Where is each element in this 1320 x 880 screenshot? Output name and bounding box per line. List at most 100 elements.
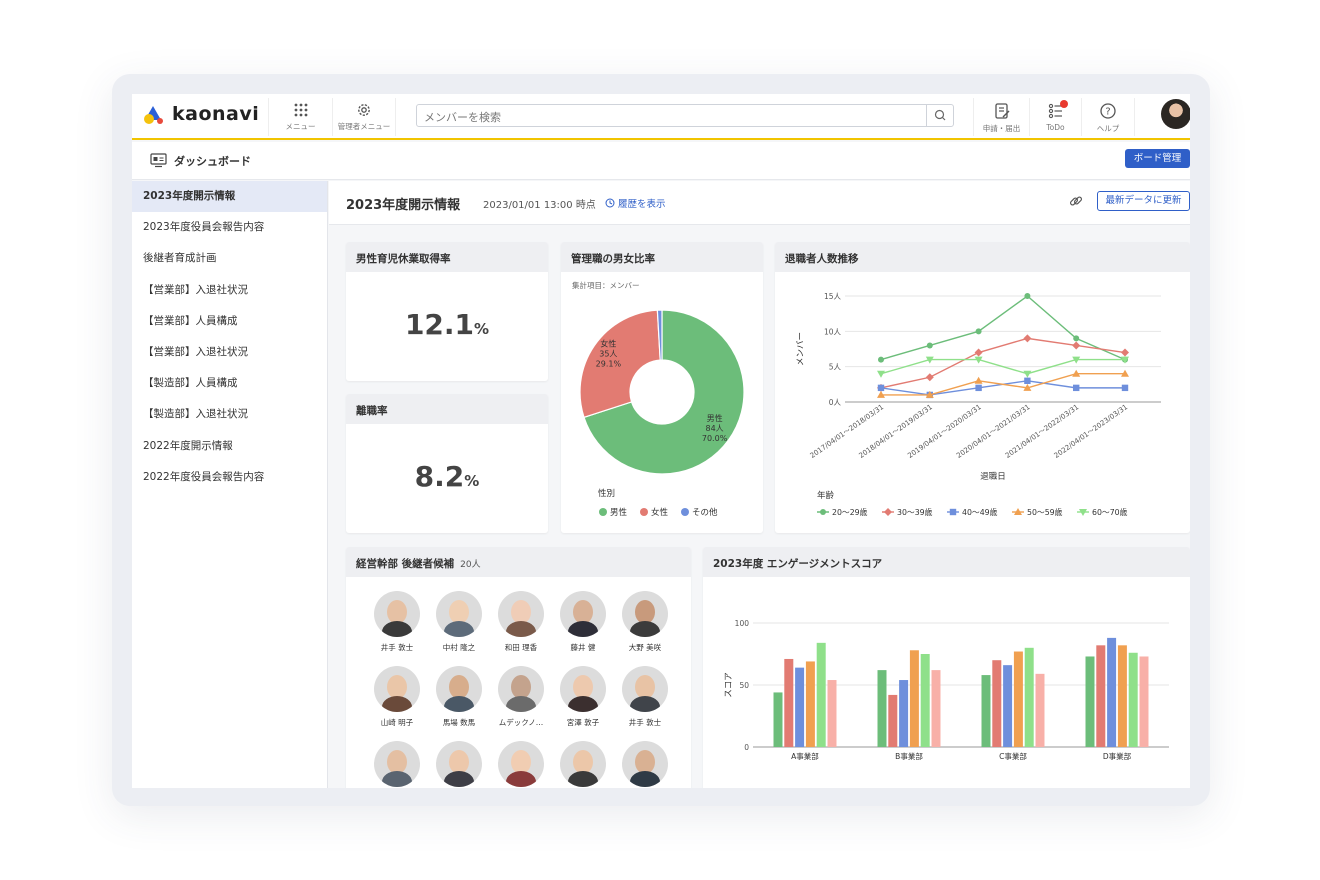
retiree-line-chart: 0人5人10人15人メンバー2017/04/01〜2018/03/312018/… bbox=[796, 292, 1161, 517]
engagement-score-card: 2023年度 エンゲージメントスコア 0 50 100 スコア A事業部 B事業部 C事業部… bbox=[703, 547, 1190, 788]
sidebar-item[interactable]: 【製造部】入退社状況 bbox=[132, 399, 327, 430]
candidate-photo bbox=[374, 666, 420, 712]
y-tick-label: 0 bbox=[744, 743, 749, 752]
sidebar-item[interactable]: 2022年度役員会報告内容 bbox=[132, 462, 327, 493]
candidate-photo bbox=[498, 666, 544, 712]
candidate-item[interactable] bbox=[614, 741, 676, 788]
candidate-item[interactable]: ムデックノ… bbox=[490, 666, 552, 728]
candidate-photo bbox=[622, 666, 668, 712]
series-line-2 bbox=[880, 380, 1125, 396]
paternity-leave-card: 男性育児休業取得率 12.1% bbox=[346, 242, 548, 381]
gear-icon bbox=[358, 104, 370, 116]
logo[interactable]: kaonavi bbox=[142, 102, 259, 126]
bar bbox=[877, 670, 887, 747]
candidate-item[interactable]: 井手 敦士 bbox=[614, 666, 676, 728]
legend-label-0: 男性 bbox=[610, 507, 628, 518]
data-point bbox=[878, 356, 884, 363]
x-axis-label: 退職日 bbox=[980, 471, 1006, 482]
sidebar-item[interactable]: 【営業部】入退社状況 bbox=[132, 337, 327, 368]
candidate-item[interactable] bbox=[428, 741, 490, 788]
candidate-item[interactable]: 中村 隆之 bbox=[428, 591, 490, 653]
candidate-item[interactable]: 井手 敦士 bbox=[366, 591, 428, 653]
legend-label-2: 40〜49歳 bbox=[962, 507, 998, 517]
data-point bbox=[975, 328, 982, 335]
top-bar: kaonavi メニュー 管理者メニュー メンバーを検索 申請・届出 ToDo … bbox=[132, 94, 1190, 140]
data-point bbox=[926, 342, 933, 349]
link-icon[interactable] bbox=[1068, 193, 1084, 209]
candidate-item[interactable]: 馬場 数馬 bbox=[428, 666, 490, 728]
help-label: ヘルプ bbox=[1096, 124, 1120, 133]
candidate-item[interactable]: 大野 美咲 bbox=[614, 591, 676, 653]
candidate-name: 藤井 健 bbox=[570, 643, 596, 652]
apply-button[interactable]: 申請・届出 bbox=[973, 98, 1029, 136]
candidate-name: 和田 理香 bbox=[504, 643, 538, 652]
todo-label: ToDo bbox=[1046, 123, 1065, 132]
candidate-item[interactable] bbox=[490, 741, 552, 788]
legend-swatch-1 bbox=[640, 508, 648, 516]
series-line-0 bbox=[880, 295, 1126, 361]
y-tick-label: 100 bbox=[735, 619, 750, 628]
sidebar-item[interactable]: 後継者育成計画 bbox=[132, 243, 327, 274]
sidebar-item[interactable]: 2023年度開示情報 bbox=[132, 181, 327, 213]
todo-button[interactable]: ToDo bbox=[1029, 98, 1081, 136]
candidate-photo bbox=[436, 591, 482, 637]
bar bbox=[1013, 651, 1023, 747]
candidate-photo bbox=[498, 741, 544, 787]
help-icon: ? bbox=[1100, 103, 1116, 119]
data-point bbox=[1121, 348, 1129, 357]
sidebar-item[interactable]: 【営業部】人員構成 bbox=[132, 306, 327, 337]
data-point bbox=[877, 370, 885, 378]
refresh-data-button[interactable]: 最新データに更新 bbox=[1097, 191, 1190, 211]
kpi-number: 8.2 bbox=[414, 460, 465, 493]
legend-label-3: 50〜59歳 bbox=[1027, 507, 1063, 517]
candidate-photo bbox=[622, 591, 668, 637]
engagement-bar-chart: 0 50 100 スコア A事業部 B事業部 C事業部 D事業部 bbox=[724, 619, 1169, 761]
legend-label-1: 女性 bbox=[651, 507, 669, 518]
kpi-value: 12.1% bbox=[346, 308, 548, 341]
user-avatar[interactable] bbox=[1161, 99, 1190, 129]
board-manage-button[interactable]: ボード管理 bbox=[1125, 149, 1190, 168]
candidate-item[interactable]: 藤井 健 bbox=[552, 591, 614, 653]
bar bbox=[1024, 647, 1034, 747]
data-point bbox=[1024, 293, 1031, 299]
x-tick-label: C事業部 bbox=[999, 751, 1027, 761]
history-link[interactable]: 履歴を表示 bbox=[605, 196, 666, 210]
data-point bbox=[1121, 384, 1129, 392]
candidate-item[interactable] bbox=[552, 741, 614, 788]
data-point bbox=[1023, 370, 1032, 378]
svg-text:?: ? bbox=[1105, 107, 1110, 118]
bar bbox=[1085, 656, 1095, 747]
logo-text: kaonavi bbox=[172, 103, 260, 125]
search-icon[interactable] bbox=[926, 105, 953, 126]
history-link-label: 履歴を表示 bbox=[618, 199, 666, 210]
sidebar-item[interactable]: 2022年度開示情報 bbox=[132, 431, 327, 462]
candidate-item[interactable]: 山崎 明子 bbox=[366, 666, 428, 728]
bar bbox=[784, 658, 794, 747]
legend-label-2: その他 bbox=[692, 507, 718, 518]
candidate-photo bbox=[560, 666, 606, 712]
menu-button[interactable]: メニュー bbox=[268, 98, 332, 136]
candidate-item[interactable]: 宮澤 敦子 bbox=[552, 666, 614, 728]
card-title: 管理職の男女比率 bbox=[561, 242, 763, 272]
x-tick-label: D事業部 bbox=[1103, 751, 1132, 761]
sidebar-item[interactable]: 【製造部】人員構成 bbox=[132, 368, 327, 399]
legend-title: 性別 bbox=[598, 488, 615, 499]
sidebar-item[interactable]: 2023年度役員会報告内容 bbox=[132, 212, 327, 243]
candidate-item[interactable]: 和田 理香 bbox=[490, 591, 552, 653]
legend-swatch-2 bbox=[681, 508, 689, 516]
slice-count: 84人 bbox=[705, 424, 723, 433]
legend-label-4: 60〜70歳 bbox=[1092, 507, 1128, 517]
sidebar-item[interactable]: 【営業部】入退社状況 bbox=[132, 275, 327, 306]
series-line-3 bbox=[881, 373, 1125, 396]
search-placeholder: メンバーを検索 bbox=[424, 111, 501, 124]
app-window: kaonavi メニュー 管理者メニュー メンバーを検索 申請・届出 ToDo … bbox=[132, 94, 1190, 788]
admin-menu-button[interactable]: 管理者メニュー bbox=[332, 98, 396, 136]
candidate-item[interactable] bbox=[366, 741, 428, 788]
menu-label: メニュー bbox=[285, 122, 316, 131]
y-tick-label: 5人 bbox=[829, 363, 842, 372]
bar bbox=[773, 692, 783, 747]
bar bbox=[920, 654, 930, 747]
help-button[interactable]: ? ヘルプ bbox=[1081, 98, 1135, 136]
member-search-input[interactable]: メンバーを検索 bbox=[416, 104, 954, 127]
bar bbox=[1139, 656, 1149, 747]
